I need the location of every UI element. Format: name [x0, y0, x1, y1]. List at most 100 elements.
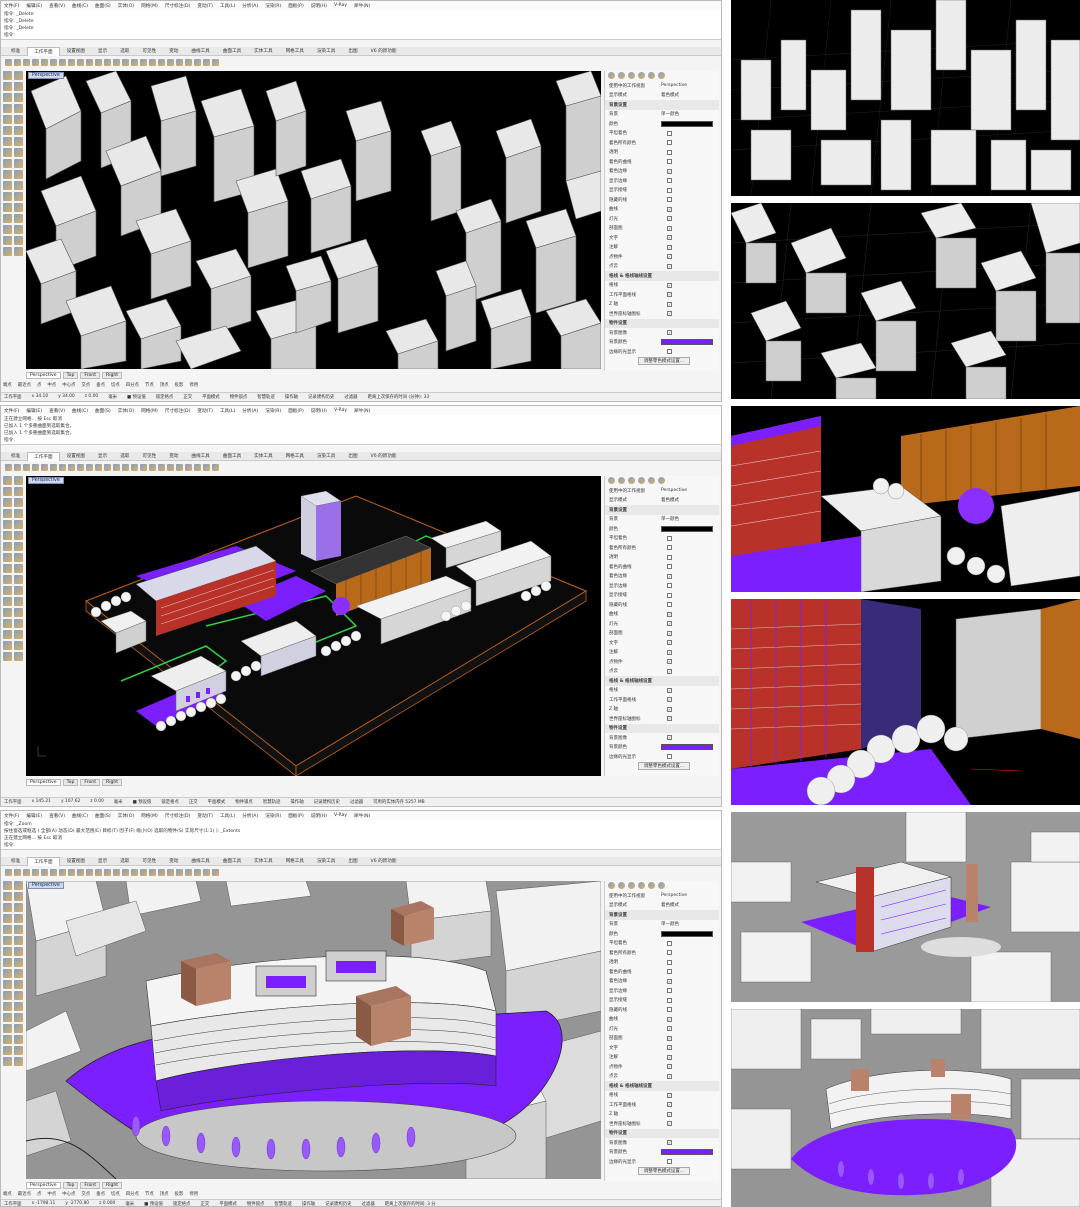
property-checkbox[interactable] — [667, 140, 672, 146]
tab-perspective[interactable]: Perspective — [26, 372, 61, 379]
property-value[interactable]: Perspective — [661, 893, 719, 898]
ellipse-icon[interactable] — [14, 104, 23, 113]
property-value[interactable]: Perspective — [661, 83, 719, 88]
tab-curve-tools[interactable]: 曲线工具 — [185, 452, 215, 460]
tab-render-tools[interactable]: 渲染工具 — [311, 47, 341, 55]
tab-new-in-v6[interactable]: V6 的新功能 — [365, 47, 403, 55]
property-row[interactable]: 着色边缘 ✓ — [605, 572, 719, 582]
status-layer[interactable]: ■ 预设值 — [133, 799, 152, 805]
menu-file[interactable]: 文件(F) — [4, 813, 19, 819]
join-icon[interactable] — [3, 608, 12, 617]
tab-drafting[interactable]: 出图 — [342, 452, 363, 460]
tool-icon[interactable] — [194, 464, 201, 471]
point-icon[interactable] — [14, 881, 23, 890]
tool-icon[interactable] — [95, 59, 102, 66]
scale-icon[interactable] — [3, 586, 12, 595]
tool-icon[interactable] — [131, 59, 138, 66]
array-icon[interactable] — [14, 991, 23, 1000]
property-row[interactable]: 剖面图 ✓ — [605, 629, 719, 639]
menu-file[interactable]: 文件(F) — [4, 408, 19, 414]
osnap-tan[interactable]: 切点 — [111, 1191, 120, 1197]
property-checkbox[interactable]: ✓ — [667, 216, 672, 222]
status-ortho[interactable]: 正交 — [200, 1201, 209, 1207]
text-icon[interactable] — [14, 148, 23, 157]
property-row[interactable]: 使用中的工作视窗 Perspective — [605, 81, 719, 91]
status-planar[interactable]: 平面模式 — [202, 394, 220, 400]
circle-icon[interactable] — [14, 903, 23, 912]
status-filter[interactable]: 过滤器 — [344, 394, 357, 400]
property-row[interactable]: 显示接缝 — [605, 591, 719, 601]
property-row[interactable]: 透明 — [605, 148, 719, 158]
color-swatch[interactable] — [661, 120, 713, 127]
explode-icon[interactable] — [14, 608, 23, 617]
command-prompt[interactable]: 指令: — [4, 842, 718, 849]
property-row[interactable]: 工作平面格线 ✓ — [605, 1100, 719, 1110]
menu-tools[interactable]: 工具(L) — [220, 813, 235, 819]
polyline-icon[interactable] — [14, 892, 23, 901]
property-checkbox[interactable] — [667, 988, 672, 994]
tool-icon[interactable] — [104, 464, 111, 471]
tool-icon[interactable] — [113, 464, 120, 471]
menu-dimension[interactable]: 尺寸标注(D) — [165, 813, 191, 819]
light-icon[interactable] — [628, 882, 635, 889]
tool-icon[interactable] — [122, 59, 129, 66]
tool-icon[interactable] — [140, 464, 147, 471]
property-row[interactable]: 工作平面格线 ✓ — [605, 695, 719, 705]
tool-icon[interactable] — [77, 464, 84, 471]
array-icon[interactable] — [14, 181, 23, 190]
tab-render-tools[interactable]: 渲染工具 — [311, 452, 341, 460]
menu-curve[interactable]: 曲线(C) — [72, 3, 88, 9]
property-checkbox[interactable]: ✓ — [667, 168, 672, 174]
join-icon[interactable] — [3, 203, 12, 212]
render-icon[interactable] — [14, 1057, 23, 1066]
property-checkbox[interactable] — [667, 349, 672, 355]
status-history[interactable]: 记录建构历史 — [314, 799, 340, 805]
join-icon[interactable] — [3, 1013, 12, 1022]
osnap-knot[interactable]: 节点 — [145, 382, 154, 388]
camera-icon[interactable] — [638, 882, 645, 889]
tab-drafting[interactable]: 出图 — [342, 47, 363, 55]
loft-icon[interactable] — [14, 630, 23, 639]
property-checkbox[interactable]: ✓ — [667, 649, 672, 655]
menu-help[interactable]: 说明(H) — [311, 3, 327, 9]
property-checkbox[interactable]: ✓ — [667, 640, 672, 646]
property-checkbox[interactable] — [667, 545, 672, 551]
property-row[interactable]: 显示模式 着色模式 — [605, 901, 719, 911]
property-checkbox[interactable]: ✓ — [667, 1140, 672, 1146]
tab-cplanes[interactable]: 工作平面 — [27, 451, 60, 461]
property-row[interactable]: 着色所有颜色 — [605, 948, 719, 958]
trim-icon[interactable] — [3, 597, 12, 606]
tool-icon[interactable] — [95, 869, 102, 876]
tool-icon[interactable] — [212, 464, 219, 471]
osnap-near[interactable]: 最近点 — [18, 382, 31, 388]
property-checkbox[interactable] — [667, 554, 672, 560]
tab-perspective[interactable]: Perspective — [26, 779, 61, 786]
property-row[interactable]: 注解 ✓ — [605, 648, 719, 658]
menu-rhino[interactable]: 犀牛(N) — [354, 408, 370, 414]
menu-surface[interactable]: 曲面(S) — [95, 813, 111, 819]
property-row[interactable]: 边缘的光显示 — [605, 1157, 719, 1167]
analyze-icon[interactable] — [3, 1057, 12, 1066]
tab-transform[interactable]: 变动 — [163, 47, 184, 55]
tab-transform[interactable]: 变动 — [163, 452, 184, 460]
property-checkbox[interactable] — [667, 149, 672, 155]
tab-curve-tools[interactable]: 曲线工具 — [185, 47, 215, 55]
status-gumball[interactable]: 操作轴 — [290, 799, 303, 805]
analyze-icon[interactable] — [3, 247, 12, 256]
point-icon[interactable] — [14, 71, 23, 80]
tool-icon[interactable] — [176, 59, 183, 66]
tab-mesh-tools[interactable]: 网格工具 — [280, 857, 310, 865]
tool-icon[interactable] — [140, 869, 147, 876]
tool-icon[interactable] — [50, 464, 57, 471]
status-osnap[interactable]: 物件锁点 — [230, 394, 248, 400]
property-row[interactable]: 世界座标轴图标 ✓ — [605, 309, 719, 319]
tool-icon[interactable] — [50, 869, 57, 876]
tool-icon[interactable] — [176, 869, 183, 876]
surface-icon[interactable] — [3, 126, 12, 135]
osnap-point[interactable]: 点 — [37, 1191, 41, 1197]
property-row[interactable]: 背景 单一颜色 — [605, 515, 719, 525]
tool-icon[interactable] — [194, 59, 201, 66]
explode-icon[interactable] — [14, 203, 23, 212]
sphere-icon[interactable] — [3, 137, 12, 146]
line-icon[interactable] — [3, 487, 12, 496]
